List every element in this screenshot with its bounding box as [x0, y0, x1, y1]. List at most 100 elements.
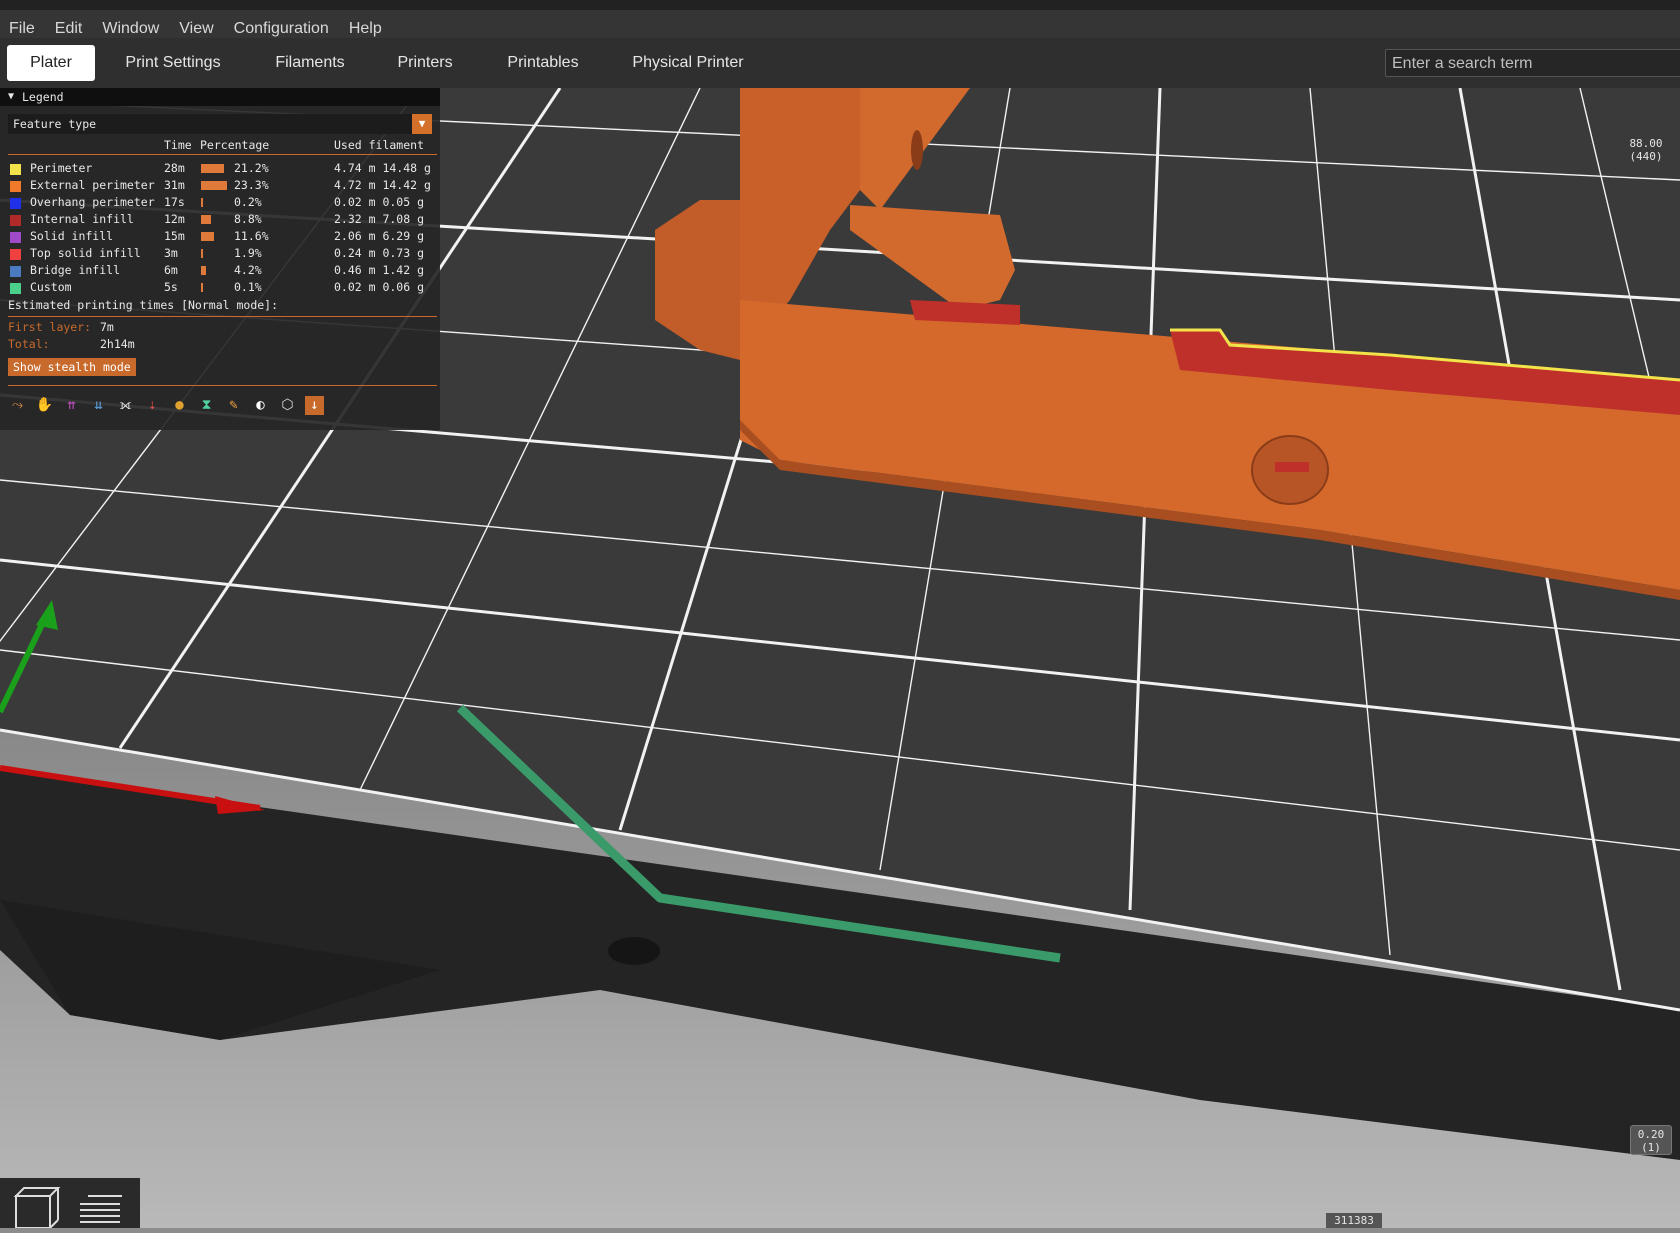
first-layer-value: 7m	[100, 320, 114, 334]
bottom-layer-number: (1)	[1641, 1141, 1661, 1154]
tab-bar: Plater Print Settings Filaments Printers…	[0, 38, 1680, 88]
top-height-value: 88.00	[1629, 137, 1663, 150]
percentage-bar	[201, 266, 206, 275]
feature-name: Bridge infill	[30, 263, 121, 277]
feature-name: Custom	[30, 280, 72, 294]
color-swatch	[10, 283, 21, 294]
feature-percentage: 1.9%	[234, 246, 262, 260]
feature-name: External perimeter	[30, 178, 155, 192]
legend-title: Legend	[22, 90, 64, 104]
feature-percentage: 0.1%	[234, 280, 262, 294]
feature-used-filament: 0.02 m 0.06 g	[334, 280, 425, 294]
tool-changes-icon[interactable]: ⇣	[143, 396, 162, 415]
percentage-bar	[201, 198, 203, 207]
color-swatch	[10, 215, 21, 226]
legend-row[interactable]: Top solid infill 3m 1.9% 0.24 m 0.73 g	[0, 245, 440, 262]
legend-divider	[8, 385, 437, 386]
legend-panel: ▼ Legend Feature type ▼ Time Percentage …	[0, 88, 440, 430]
legend-divider	[8, 316, 437, 317]
color-changes-icon[interactable]: ●	[170, 396, 189, 415]
legend-row[interactable]: External perimeter 31m 23.3% 4.72 m 14.42 g	[0, 177, 440, 194]
legend-row[interactable]: Perimeter 28m 21.2% 4.74 m 14.48 g	[0, 160, 440, 177]
feature-time: 28m	[164, 161, 185, 175]
3d-view-icon[interactable]	[13, 1187, 61, 1229]
view-toggle-panel	[0, 1178, 140, 1229]
vertical-slider-top-label[interactable]: 88.00 (440)	[1620, 137, 1672, 163]
feature-name: Solid infill	[30, 229, 114, 243]
legend-row[interactable]: Custom 5s 0.1% 0.02 m 0.06 g	[0, 279, 440, 296]
feature-used-filament: 0.02 m 0.05 g	[334, 195, 425, 209]
col-header-time: Time	[164, 138, 192, 152]
total-label: Total:	[8, 337, 50, 351]
shells-icon[interactable]: ⬡	[278, 396, 297, 415]
chevron-down-icon[interactable]: ▼	[412, 114, 432, 134]
options-toolbar: ⤳ ✋ ⇈ ⇊ ⟗ ⇣ ● ⧗ ✎ ◐ ⬡ ↓	[8, 396, 324, 415]
center-of-gravity-icon[interactable]: ◐	[251, 396, 270, 415]
show-stealth-mode-button[interactable]: Show stealth mode	[8, 358, 136, 376]
vertical-slider-bottom-label[interactable]: 0.20 (1)	[1630, 1125, 1672, 1155]
view-type-combo[interactable]: Feature type ▼	[8, 114, 432, 134]
tool-marker-icon[interactable]: ↓	[305, 396, 324, 415]
feature-time: 12m	[164, 212, 185, 226]
percentage-bar	[201, 181, 227, 190]
percentage-bar	[201, 215, 211, 224]
color-swatch	[10, 198, 21, 209]
feature-used-filament: 2.32 m 7.08 g	[334, 212, 425, 226]
feature-name: Perimeter	[30, 161, 93, 175]
percentage-bar	[201, 232, 214, 241]
feature-name: Internal infill	[30, 212, 134, 226]
travel-icon[interactable]: ⤳	[8, 396, 27, 415]
search-input[interactable]: Enter a search term	[1385, 49, 1680, 77]
percentage-bar	[201, 164, 225, 173]
color-swatch	[10, 164, 21, 175]
retractions-icon[interactable]: ⇈	[62, 396, 81, 415]
collapse-arrow-icon[interactable]: ▼	[8, 88, 14, 106]
legend-header[interactable]: ▼ Legend	[0, 88, 440, 106]
percentage-bar	[201, 249, 204, 258]
feature-time: 3m	[164, 246, 178, 260]
feature-percentage: 23.3%	[234, 178, 269, 192]
tab-printers[interactable]: Printers	[385, 45, 465, 81]
feature-time: 6m	[164, 263, 178, 277]
feature-percentage: 21.2%	[234, 161, 269, 175]
color-swatch	[10, 232, 21, 243]
feature-percentage: 8.8%	[234, 212, 262, 226]
wipe-icon[interactable]: ✋	[35, 396, 54, 415]
legend-row[interactable]: Solid infill 15m 11.6% 2.06 m 6.29 g	[0, 228, 440, 245]
layers-view-icon[interactable]	[80, 1195, 122, 1223]
deretractions-icon[interactable]: ⇊	[89, 396, 108, 415]
feature-percentage: 0.2%	[234, 195, 262, 209]
col-header-used-filament: Used filament	[334, 138, 425, 152]
feature-time: 15m	[164, 229, 185, 243]
horizontal-slider-value[interactable]: 311383	[1326, 1213, 1382, 1228]
tab-plater[interactable]: Plater	[7, 45, 95, 81]
feature-used-filament: 0.24 m 0.73 g	[334, 246, 425, 260]
feature-time: 31m	[164, 178, 185, 192]
tab-printables[interactable]: Printables	[493, 45, 593, 81]
feature-percentage: 11.6%	[234, 229, 269, 243]
feature-used-filament: 0.46 m 1.42 g	[334, 263, 425, 277]
bed-mount-hole	[608, 937, 660, 965]
top-layer-number: (440)	[1629, 150, 1663, 163]
feature-name: Top solid infill	[30, 246, 141, 260]
estimated-times-title: Estimated printing times [Normal mode]:	[8, 298, 279, 312]
feature-used-filament: 4.72 m 14.42 g	[334, 178, 431, 192]
feature-used-filament: 2.06 m 6.29 g	[334, 229, 425, 243]
tab-print-settings[interactable]: Print Settings	[112, 45, 234, 81]
pause-prints-icon[interactable]: ⧗	[197, 396, 216, 415]
tab-filaments[interactable]: Filaments	[262, 45, 358, 81]
feature-percentage: 4.2%	[234, 263, 262, 277]
custom-gcodes-icon[interactable]: ✎	[224, 396, 243, 415]
legend-divider	[8, 154, 437, 155]
bottom-height-value: 0.20	[1637, 1128, 1665, 1141]
feature-time: 17s	[164, 195, 185, 209]
feature-time: 5s	[164, 280, 178, 294]
feature-name: Overhang perimeter	[30, 195, 155, 209]
tab-physical-printer[interactable]: Physical Printer	[622, 45, 754, 81]
seams-icon[interactable]: ⟗	[116, 396, 135, 415]
legend-row[interactable]: Bridge infill 6m 4.2% 0.46 m 1.42 g	[0, 262, 440, 279]
color-swatch	[10, 266, 21, 277]
legend-row[interactable]: Overhang perimeter 17s 0.2% 0.02 m 0.05 g	[0, 194, 440, 211]
legend-row[interactable]: Internal infill 12m 8.8% 2.32 m 7.08 g	[0, 211, 440, 228]
view-type-value: Feature type	[13, 117, 97, 131]
